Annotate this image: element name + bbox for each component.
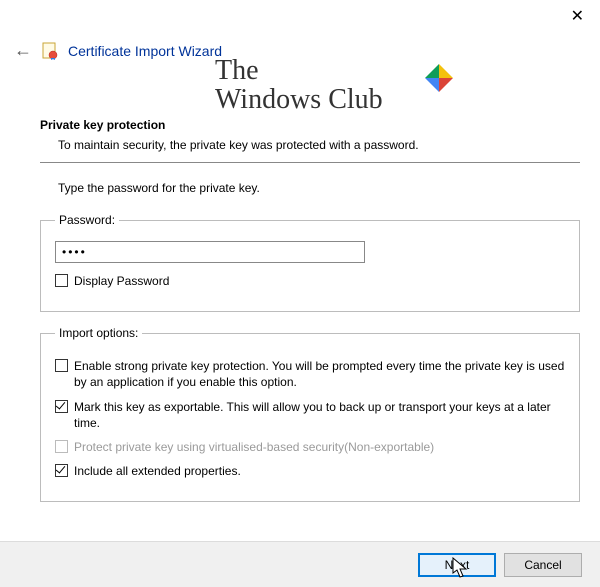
exportable-checkbox[interactable] [55,400,68,413]
close-icon[interactable]: ✕ [571,6,584,26]
strong-protection-checkbox[interactable] [55,359,68,372]
import-options-group: Import options: Enable strong private ke… [40,326,580,502]
divider [40,162,580,163]
page-title: Certificate Import Wizard [68,43,222,59]
password-legend: Password: [55,213,119,227]
back-icon[interactable]: ← [14,40,32,61]
password-input[interactable] [55,241,365,263]
import-options-legend: Import options: [55,326,142,340]
vbs-checkbox [55,440,68,453]
exportable-label: Mark this key as exportable. This will a… [74,399,565,431]
section-heading: Private key protection [40,118,580,132]
extended-properties-label: Include all extended properties. [74,463,565,479]
strong-protection-label: Enable strong private key protection. Yo… [74,358,565,390]
password-group: Password: Display Password [40,213,580,312]
display-password-label: Display Password [74,273,565,289]
extended-properties-checkbox[interactable] [55,464,68,477]
instruction-text: Type the password for the private key. [58,181,580,195]
section-description: To maintain security, the private key wa… [58,138,580,152]
watermark-logo: TheWindows Club [215,56,445,115]
display-password-checkbox[interactable] [55,274,68,287]
cancel-button[interactable]: Cancel [504,553,582,577]
certificate-icon [42,42,58,60]
button-bar: Next Cancel [0,541,600,587]
next-button[interactable]: Next [418,553,496,577]
vbs-label: Protect private key using virtualised-ba… [74,439,565,455]
